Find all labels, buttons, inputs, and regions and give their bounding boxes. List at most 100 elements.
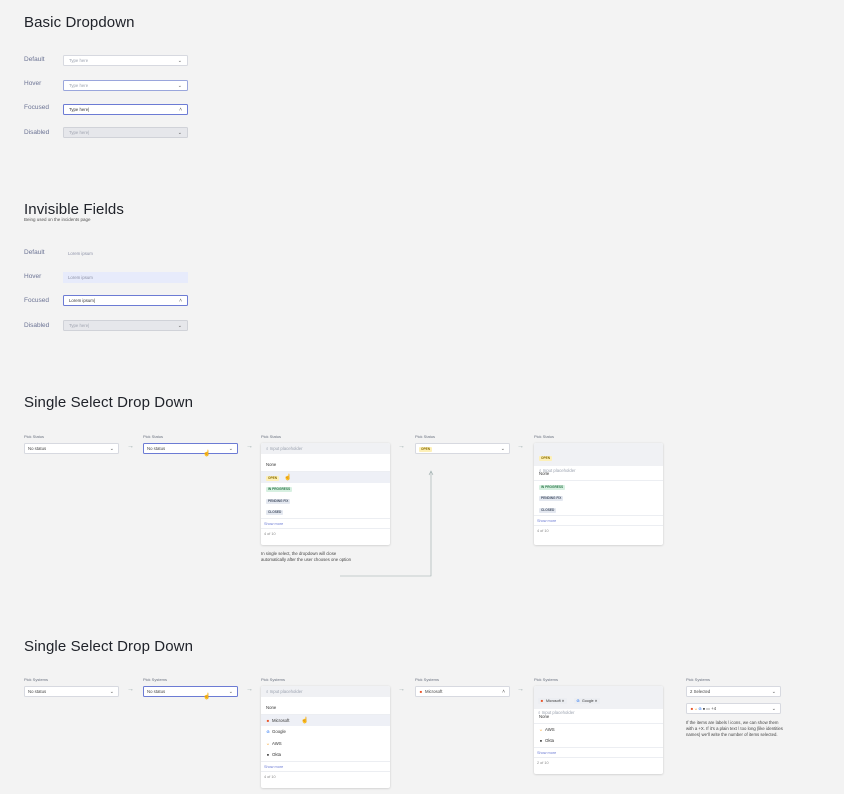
field-label: Pick Systems — [24, 677, 49, 682]
field-label: Pick Systems — [143, 677, 168, 682]
field-value: Lorem ipsum — [68, 275, 93, 280]
option-none[interactable]: None — [534, 711, 663, 723]
show-more-link[interactable]: Show more — [534, 746, 663, 757]
field-value: Lorem ipsum| — [69, 298, 95, 303]
option-label: None — [539, 714, 550, 719]
field-value: Lorem ipsum — [68, 251, 93, 256]
microsoft-icon: ■ — [540, 698, 544, 703]
option-google[interactable]: G Google — [261, 726, 390, 738]
systems-select-count[interactable]: 2 Selected ⌄ — [686, 686, 781, 697]
basic-dropdown-hover[interactable]: Type here ⌄ — [63, 80, 188, 91]
row-label-hover: Hover — [24, 273, 42, 280]
google-icon: G — [266, 729, 270, 734]
chevron-down-icon: ⌄ — [177, 130, 182, 136]
systems-select-default[interactable]: No status ⌄ — [24, 686, 119, 697]
chevron-down-icon: ⌄ — [500, 446, 505, 452]
systems-select-icons[interactable]: ■⌣G●▭ +4 ⌄ — [686, 703, 781, 714]
row-label-focused: Focused — [24, 297, 49, 304]
flow-connector — [340, 470, 434, 577]
chevron-down-icon: ⌄ — [177, 323, 182, 329]
chevron-down-icon: ⌄ — [109, 446, 114, 452]
chevron-down-icon: ⌄ — [177, 83, 182, 89]
option-label: Microsoft — [272, 717, 290, 723]
status-dropdown-panel-selected: OPEN ⌕ Input placeholder None IN PROGRES… — [534, 443, 663, 545]
invisible-fields-subtitle: Being used on the incidents page — [24, 217, 91, 222]
invisible-field-default[interactable]: Lorem ipsum — [63, 248, 188, 259]
option-aws[interactable]: ⌣ AWS — [261, 738, 390, 750]
status-select-default[interactable]: No status ⌄ — [24, 443, 119, 454]
close-icon[interactable]: ✕ — [562, 699, 565, 703]
field-value: 2 Selected — [690, 689, 711, 694]
status-tag: IN PROGRESS — [539, 484, 566, 490]
chevron-down-icon: ⌄ — [177, 58, 182, 64]
multi-select-note: If the items are labels \ icons, we can … — [686, 720, 783, 737]
search-input[interactable]: ⌕ Input placeholder — [261, 443, 390, 454]
okta-icon: ● — [266, 752, 270, 757]
status-section-title: Single Select Drop Down — [24, 394, 194, 411]
row-label-hover: Hover — [24, 80, 42, 87]
show-more-link[interactable]: Show more — [534, 515, 663, 525]
search-icon: ⌕ — [266, 446, 269, 451]
row-label-disabled: Disabled — [24, 129, 50, 136]
flow-arrow-icon: → — [246, 686, 253, 693]
selected-chip[interactable]: ■ Microsoft ✕ — [538, 698, 567, 704]
systems-select-hover[interactable]: No status ⌄ — [143, 686, 238, 697]
field-label: Pick Status — [534, 434, 555, 439]
option-label: Google — [272, 729, 286, 734]
chevron-down-icon: ⌄ — [771, 706, 776, 712]
option-in-progress[interactable]: IN PROGRESS — [534, 481, 663, 493]
field-label: Pick Systems — [686, 677, 711, 682]
option-label: None — [266, 705, 277, 710]
option-none[interactable]: None — [261, 702, 390, 714]
option-microsoft[interactable]: ■ Microsoft ☝ — [261, 714, 390, 726]
okta-icon: ● — [539, 738, 543, 743]
invisible-field-focused[interactable]: Lorem ipsum| ˄ — [63, 295, 188, 306]
basic-dropdown-default[interactable]: Type here ⌄ — [63, 55, 188, 66]
generic-icon: ▭ — [706, 706, 710, 711]
selected-chip[interactable]: G Google ✕ — [574, 698, 600, 704]
field-label: Pick Systems — [534, 677, 559, 682]
chevron-up-icon: ˄ — [502, 689, 505, 695]
basic-dropdown-title: Basic Dropdown — [24, 14, 135, 31]
field-value: Type here — [69, 58, 89, 63]
invisible-field-hover[interactable]: Lorem ipsum — [63, 272, 188, 283]
search-input[interactable]: ⌕ Input placeholder — [261, 686, 390, 697]
status-tag: PENDING FIX — [266, 498, 291, 504]
aws-icon: ⌣ — [539, 726, 543, 732]
option-okta[interactable]: ● Okta — [261, 749, 390, 761]
microsoft-icon: ■ — [419, 689, 423, 694]
result-count: 2 of 10 — [534, 756, 663, 767]
row-label-default: Default — [24, 56, 45, 63]
result-count: 4 of 10 — [261, 770, 390, 781]
basic-dropdown-focused[interactable]: Type here| ˄ — [63, 104, 188, 115]
status-select-selected[interactable]: OPEN ⌄ — [415, 443, 510, 454]
chip-label: Google — [582, 699, 594, 703]
field-value: Type here| — [69, 130, 90, 135]
status-tag: IN PROGRESS — [266, 487, 293, 492]
option-closed[interactable]: CLOSED — [534, 504, 663, 516]
field-value: Type here| — [69, 107, 90, 112]
status-tag: CLOSED — [266, 510, 284, 515]
status-tag: CLOSED — [539, 507, 557, 513]
search-placeholder: Input placeholder — [269, 689, 303, 694]
option-okta[interactable]: ● Okta — [534, 735, 663, 747]
chevron-down-icon: ⌄ — [109, 689, 114, 695]
option-aws[interactable]: ⌣ AWS — [534, 724, 663, 736]
flow-arrow-icon: → — [517, 686, 524, 693]
status-select-hover[interactable]: No status ⌄ — [143, 443, 238, 454]
google-icon: G — [576, 698, 580, 703]
chevron-down-icon: ⌄ — [771, 689, 776, 695]
option-label: Okta — [545, 738, 555, 743]
field-value: No status — [147, 446, 166, 451]
option-label: AWS — [272, 740, 282, 746]
row-label-focused: Focused — [24, 104, 49, 111]
option-none[interactable]: None — [534, 468, 663, 480]
close-icon[interactable]: ✕ — [595, 699, 598, 703]
search-placeholder: Input placeholder — [269, 446, 303, 451]
show-more-link[interactable]: Show more — [261, 760, 390, 771]
option-label: None — [266, 462, 277, 467]
option-pending-fix[interactable]: PENDING FIX — [534, 492, 663, 504]
flow-arrow-icon: → — [127, 686, 134, 693]
systems-select-selected[interactable]: ■ Microsoft ˄ — [415, 686, 510, 697]
option-label: None — [539, 471, 550, 476]
